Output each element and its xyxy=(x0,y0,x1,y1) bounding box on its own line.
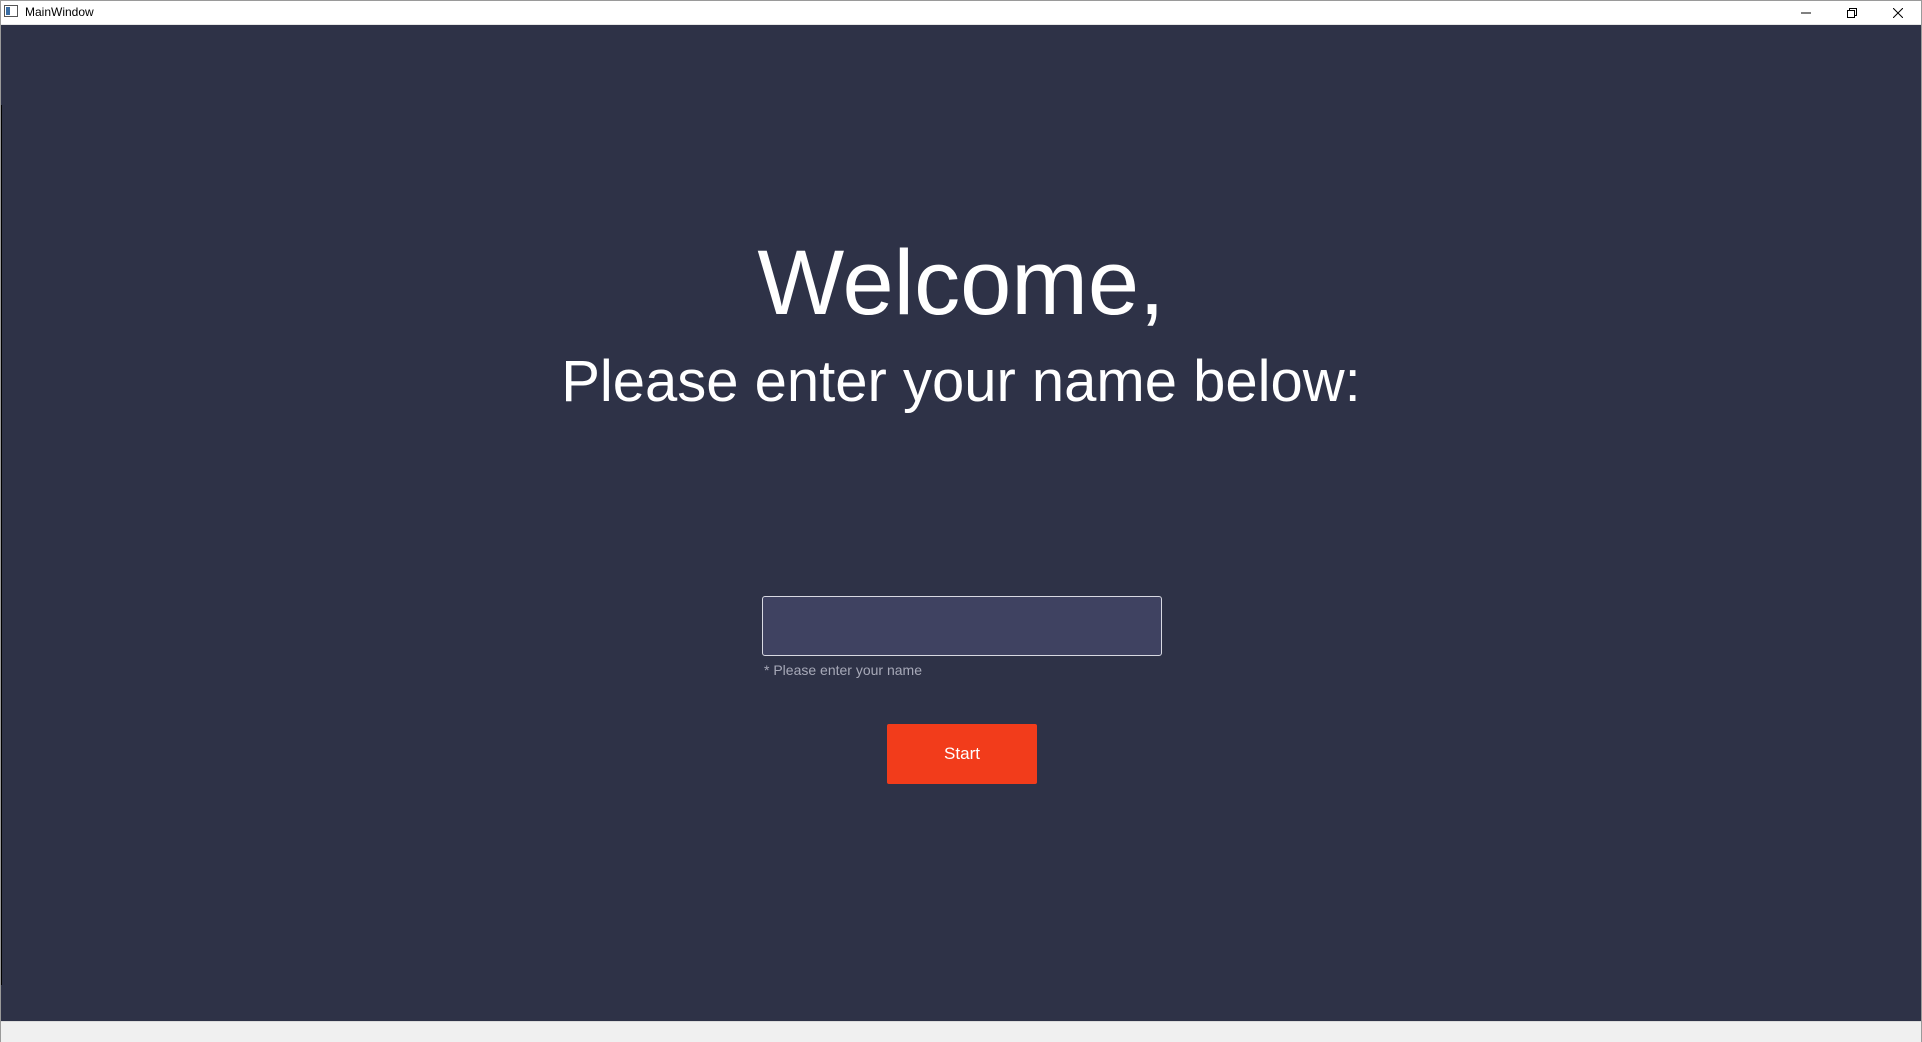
welcome-heading: Welcome, xyxy=(757,232,1165,334)
minimize-button[interactable] xyxy=(1783,1,1829,24)
welcome-screen: Welcome, Please enter your name below: xyxy=(1,25,1921,1021)
minimize-icon xyxy=(1801,12,1811,13)
title-bar[interactable]: MainWindow xyxy=(1,1,1921,25)
main-window: MainWindow Welcome, Please enter your na… xyxy=(0,0,1922,1042)
app-window-icon xyxy=(4,5,18,17)
restore-icon xyxy=(1847,7,1857,18)
close-button[interactable] xyxy=(1875,1,1921,24)
start-button[interactable]: Start xyxy=(887,724,1037,784)
name-input[interactable] xyxy=(762,596,1162,656)
name-hint: * Please enter your name xyxy=(764,662,922,678)
close-icon xyxy=(1893,7,1903,18)
window-title: MainWindow xyxy=(25,5,94,19)
status-bar xyxy=(1,1021,1921,1042)
instruction-text: Please enter your name below: xyxy=(561,349,1361,414)
restore-button[interactable] xyxy=(1829,1,1875,24)
